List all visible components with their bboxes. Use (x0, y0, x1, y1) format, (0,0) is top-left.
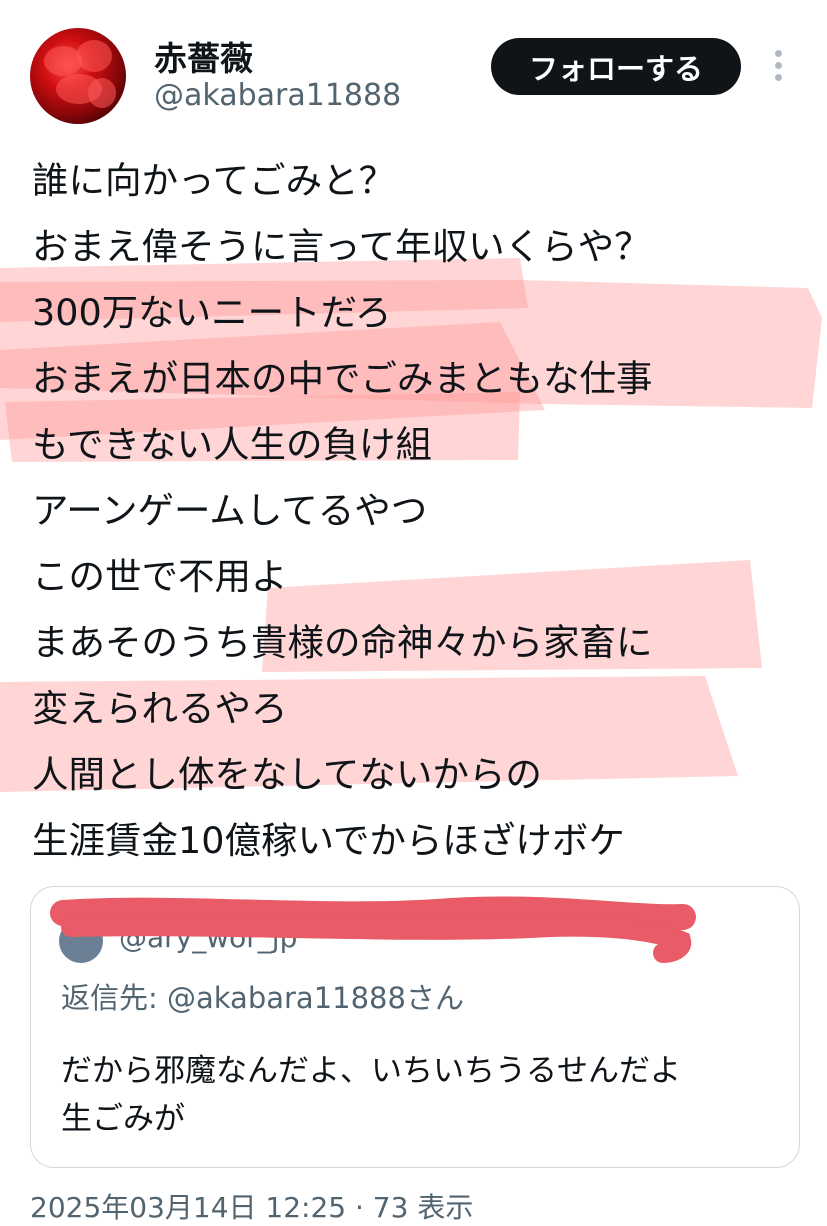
quote-line: 生ごみが (61, 1101, 185, 1137)
tweet-line: まあそのうち貴様の命神々から家畜に (32, 621, 653, 664)
avatar[interactable] (30, 28, 126, 124)
author-handle[interactable]: @akabara11888 (154, 78, 401, 113)
quote-text: だから邪魔なんだよ、いちいちうるせんだよ 生ごみが (61, 1047, 781, 1143)
more-vertical-icon[interactable] (766, 48, 790, 84)
tweet-line: この世で不用よ (32, 555, 288, 598)
quote-line: だから邪魔なんだよ、いちいちうるせんだよ (61, 1053, 681, 1089)
tweet-line: 誰に向かってごみと？ (32, 159, 396, 202)
tweet-text: 誰に向かってごみと？ おまえ偉そうに言って年収いくらや？ 300万ないニートだろ… (32, 148, 812, 874)
reply-to-label: 返信先: @akabara11888さん (61, 981, 464, 1015)
tweet-line: おまえが日本の中でごみまともな仕事 (32, 357, 653, 400)
author-display-name[interactable]: 赤薔薇 (154, 32, 253, 80)
tweet-line: 300万ないニートだろ (32, 291, 392, 334)
tweet-line: 生涯賃金10億稼いでからほざけボケ (32, 819, 625, 862)
tweet-line: 変えられるやろ (32, 687, 288, 730)
tweet-line: もできない人生の負け組 (32, 423, 433, 466)
follow-button[interactable]: フォローする (491, 38, 741, 95)
tweet-line: 人間とし体をなしてないからの (32, 753, 542, 796)
tweet-line: アーンゲームしてるやつ (32, 489, 428, 532)
quote-card[interactable]: @ary_wor_jp 返信先: @akabara11888さん だから邪魔なん… (30, 886, 800, 1168)
tweet-line: おまえ偉そうに言って年収いくらや？ (32, 225, 651, 268)
tweet-timestamp[interactable]: 2025年03月14日 12:25 · 73 表示 (30, 1186, 473, 1226)
